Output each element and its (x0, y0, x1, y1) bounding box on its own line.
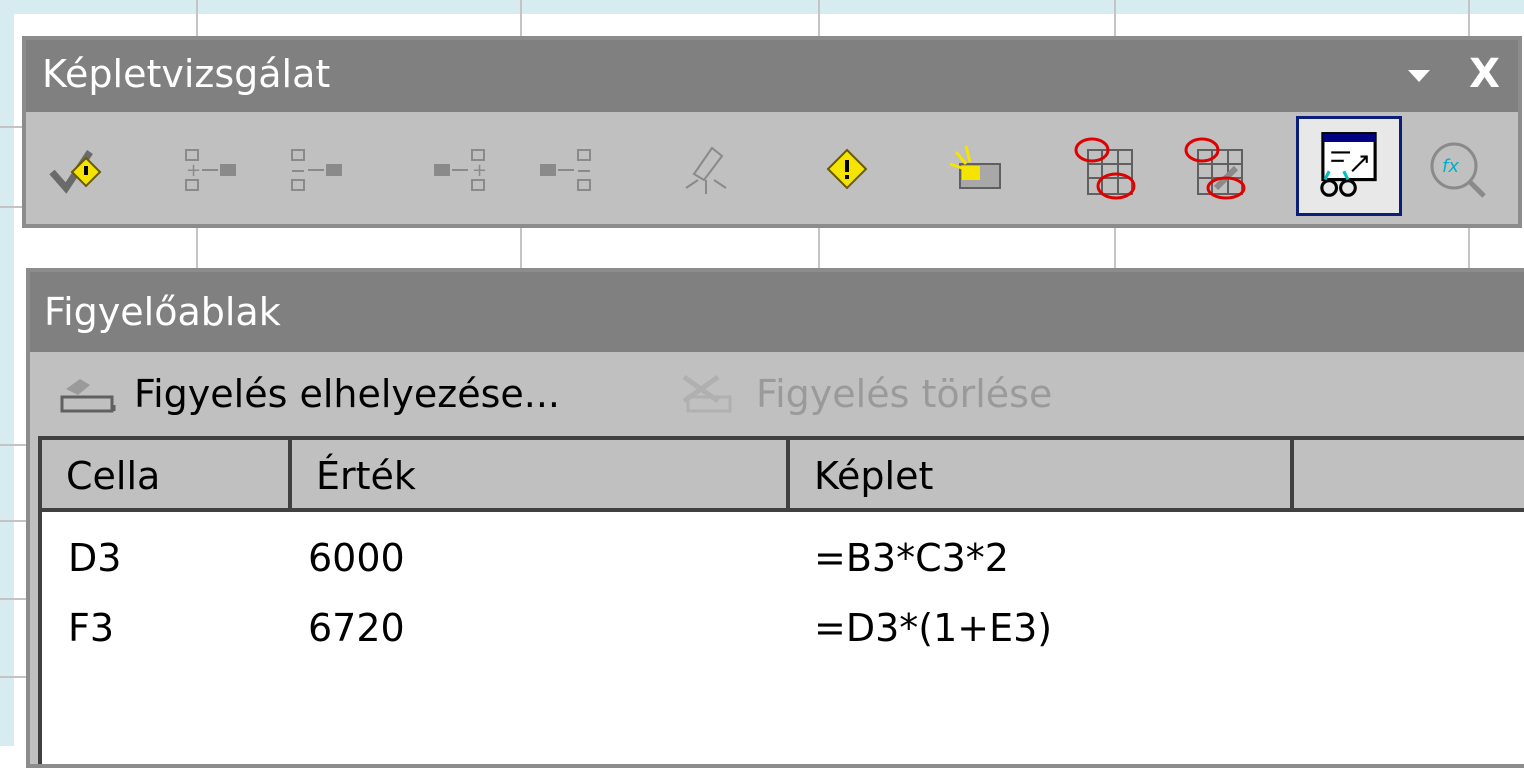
row-2-cell: F3 (68, 606, 115, 650)
watch-list: Cella Érték Képlet D3 6000 =B3*C3*2 F3 6… (38, 436, 1524, 764)
gridline (0, 520, 26, 522)
gridline (0, 676, 26, 678)
gridline (520, 228, 522, 268)
row-1-value: 6000 (308, 536, 405, 580)
remove-dependent-arrows-icon[interactable] (534, 122, 612, 212)
svg-text:fx: fx (1442, 156, 1459, 177)
column-header-value[interactable]: Érték (292, 440, 790, 512)
circle-invalid-data-icon[interactable] (1066, 122, 1144, 212)
backdrop-strip-top (0, 0, 1524, 14)
add-watch-icon (60, 379, 116, 413)
column-header-cell[interactable]: Cella (42, 440, 292, 512)
delete-watch-icon (682, 374, 732, 413)
gridline (818, 228, 820, 268)
watch-window-title: Figyelőablak (44, 290, 281, 334)
toolbar-close-button[interactable]: X (1469, 46, 1500, 102)
gridline (0, 598, 26, 600)
delete-watch-button[interactable]: Figyelés törlése (678, 364, 1052, 424)
remove-all-arrows-icon[interactable] (670, 122, 748, 212)
row-2-formula: =D3*(1+E3) (814, 606, 1053, 650)
trace-error-icon[interactable] (808, 122, 886, 212)
column-header-extra[interactable] (1294, 440, 1524, 512)
watch-window-toolbar: Figyelés elhelyezése... Figyelés törlése (30, 352, 1524, 436)
toolbar-title-bar[interactable]: Képletvizsgálat X (26, 40, 1518, 112)
watch-window-title-bar[interactable]: Figyelőablak (30, 272, 1524, 352)
backdrop-strip-left (0, 0, 14, 746)
row-1-cell: D3 (68, 536, 122, 580)
row-1-formula: =B3*C3*2 (814, 536, 1009, 580)
toolbar-title: Képletvizsgálat (42, 52, 331, 96)
error-checking-icon[interactable] (42, 122, 120, 212)
gridline (0, 206, 22, 208)
add-watch-label: Figyelés elhelyezése... (134, 372, 561, 416)
gridline (818, 0, 820, 36)
trace-precedents-icon[interactable]: + (174, 122, 252, 212)
gridline (1468, 0, 1470, 36)
gridline (0, 444, 26, 446)
new-comment-icon[interactable] (936, 122, 1014, 212)
gridline (0, 126, 22, 128)
row-2-value: 6720 (308, 606, 405, 650)
evaluate-formula-icon[interactable]: fx (1418, 122, 1496, 212)
svg-text:+: + (472, 160, 487, 181)
delete-watch-label: Figyelés törlése (756, 372, 1053, 416)
gridline (1114, 0, 1116, 36)
column-header-formula[interactable]: Képlet (790, 440, 1294, 512)
remove-precedent-arrows-icon[interactable] (280, 122, 358, 212)
trace-dependents-icon[interactable]: + (428, 122, 506, 212)
gridline (196, 228, 198, 268)
formula-auditing-toolbar: Képletvizsgálat X + + fx (22, 36, 1522, 228)
add-watch-button[interactable]: Figyelés elhelyezése... (56, 364, 560, 424)
gridline (1468, 228, 1470, 268)
watch-window: Figyelőablak Figyelés elhelyezése... Fig… (26, 268, 1524, 768)
toolbar-icon-row: + + fx (26, 112, 1518, 224)
clear-validation-circles-icon[interactable] (1176, 122, 1254, 212)
svg-text:+: + (186, 160, 201, 181)
toolbar-options-dropdown-icon[interactable] (1408, 70, 1430, 82)
gridline (196, 0, 198, 36)
show-watch-window-icon[interactable] (1296, 116, 1402, 216)
gridline (1114, 228, 1116, 268)
gridline (520, 0, 522, 36)
